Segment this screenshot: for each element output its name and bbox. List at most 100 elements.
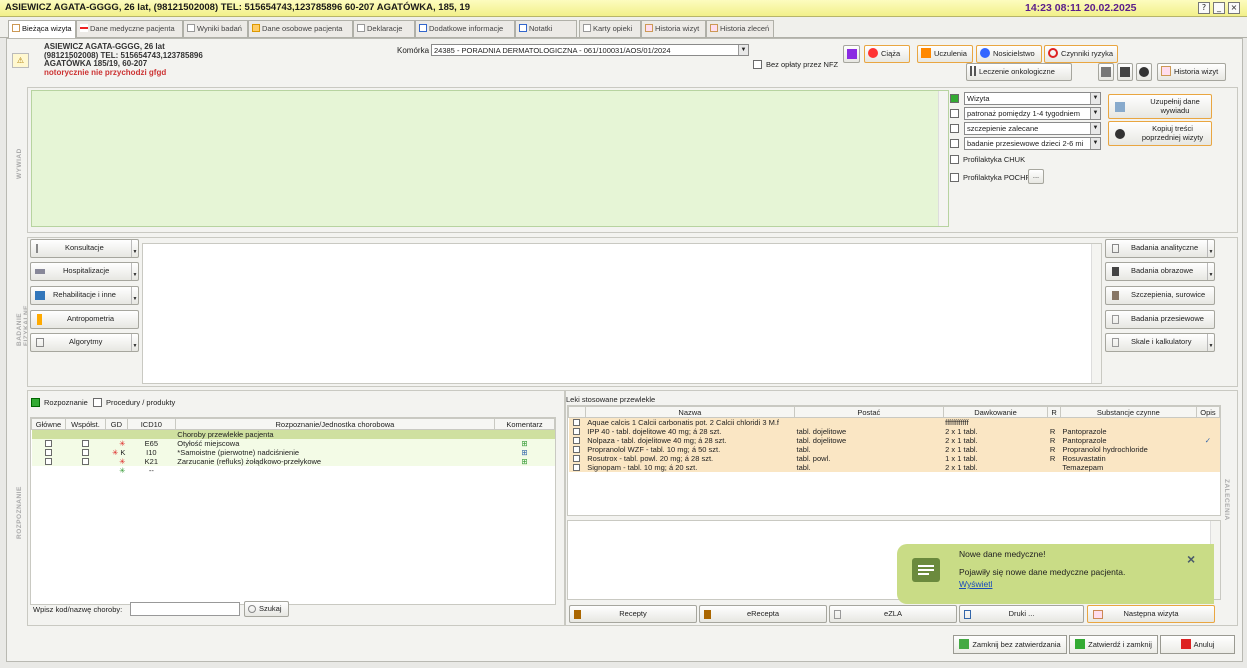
wspolst-checkbox[interactable] [81,458,89,465]
badanie-przesiewowe-select[interactable]: badanie przesiewowe dzieci 2-6 mi ▼ [964,137,1101,150]
comment-icon[interactable]: ⊞ [495,448,555,457]
szukaj-button[interactable]: Szukaj [244,601,289,617]
wizyta-checkbox[interactable] [950,94,959,103]
print-button[interactable] [1098,63,1114,81]
zatwierdz-i-zamknij-button[interactable]: Zatwierdź i zamknij [1069,635,1158,654]
tab-historia-wizyt[interactable]: Historia wizyt [641,20,706,37]
anuluj-button[interactable]: Anuluj [1160,635,1235,654]
nastepna-wizyta-button[interactable]: Następna wizyta [1087,605,1215,623]
chevron-down-icon: ▼ [1090,138,1100,149]
drug-checkbox[interactable] [573,464,581,471]
badania-obrazowe-button[interactable]: Badania obrazowe ▼ [1105,262,1215,281]
erecepta-button[interactable]: eRecepta [699,605,827,623]
konsultacje-button[interactable]: Konsultacje ▼ [30,239,139,258]
toast-link[interactable]: Wyświetl [959,579,992,589]
komorka-select[interactable]: 24385 - PORADNIA DERMATOLOGICZNA - 061/1… [431,44,749,56]
close-icon[interactable]: × [1187,551,1195,567]
tab-karty-opieki[interactable]: Karty opieki [579,20,641,37]
wywiad-scrollbar[interactable] [938,91,948,226]
patronaz-checkbox[interactable] [950,109,959,118]
comment-icon[interactable]: ⊞ [495,457,555,466]
szczepienia-button[interactable]: Szczepienia, surowice [1105,286,1215,305]
tab-historia-zlecen[interactable]: Historia zleceń [706,20,774,37]
drug-checkbox[interactable] [573,437,581,444]
table-row[interactable]: Propranolol WZF - tabl. 10 mg; á 50 szt.… [568,445,1220,454]
wspolst-checkbox[interactable] [81,449,89,456]
recepty-button[interactable]: Recepty [569,605,697,623]
tab-wyniki-badan[interactable]: Wyniki badań [183,20,248,37]
no-nfz-checkbox[interactable] [753,60,762,69]
drug-checkbox[interactable] [573,446,581,453]
drug-checkbox[interactable] [573,419,581,426]
syringe-icon [1112,291,1119,300]
procedury-tab[interactable]: Procedury / produkty [106,398,175,407]
table-row[interactable]: Rosutrox - tabl. powl. 20 mg; á 28 szt. t… [568,454,1220,463]
glowne-checkbox[interactable] [44,440,52,447]
table-row[interactable]: ✳ K I10 *Samoistne (pierwotne) nadciśnie… [31,448,555,457]
uczulenia-button[interactable]: Uczulenia [917,45,973,63]
comment-icon[interactable]: ⊞ [495,439,555,448]
tab-dane-medyczne[interactable]: Dane medyczne pacjenta [76,20,183,37]
table-row[interactable]: Signopam - tabl. 10 mg; á 20 szt. tabl. 2 … [568,463,1220,472]
badania-analityczne-button[interactable]: Badania analityczne ▼ [1105,239,1215,258]
table-row[interactable]: Aquae calcis 1 Calcii carbonatis pot. 2 … [568,417,1220,427]
rehabilitacje-button[interactable]: Rehabilitacje i inne ▼ [30,286,139,305]
tab-biezaca-wizyta[interactable]: Bieżąca wizyta [8,20,76,38]
nosicielstwo-button[interactable]: Nosicielstwo [976,45,1042,63]
badanie-textarea[interactable] [142,243,1102,384]
drug-checkbox[interactable] [573,455,581,462]
leczenie-onkologiczne-button[interactable]: Leczenie onkologiczne [966,63,1072,81]
chuk-checkbox[interactable] [950,155,959,164]
historia-wizyt-button[interactable]: Historia wizyt [1157,63,1226,81]
kopiuj-tresci-button[interactable]: Kopiuj treści poprzedniej wizyty [1108,121,1212,146]
czynniki-ryzyka-button[interactable]: Czynniki ryzyka [1044,45,1118,63]
tab-notatki[interactable]: Notatki [515,20,577,37]
pochp-more-button[interactable]: ... [1028,169,1044,184]
badania-przesiewowe-button[interactable]: Badania przesiewowe [1105,310,1215,329]
table-row[interactable]: IPP 40 - tabl. dojelitowe 40 mg; á 28 sz… [568,427,1220,436]
zamknij-bez-zatwierdzania-button[interactable]: Zamknij bez zatwierdzania [953,635,1067,654]
minimize-button[interactable]: _ [1213,2,1225,14]
badanie-scrollbar[interactable] [1091,244,1101,383]
tab-dane-osobowe[interactable]: Dane osobowe pacjenta [248,20,353,37]
glowne-checkbox[interactable] [44,458,52,465]
rozpoznanie-tab[interactable]: Rozpoznanie [44,398,88,407]
glowne-checkbox[interactable] [44,449,52,456]
notification-toast[interactable]: Nowe dane medyczne! Pojawiły się nowe da… [897,544,1214,604]
col-opis: Opis [1195,406,1221,418]
szczepienie-select[interactable]: szczepienie zalecane ▼ [964,122,1101,135]
ciaza-button[interactable]: Ciąża [864,45,910,63]
table-row[interactable]: Nolpaza - tabl. dojelitowe 40 mg; á 28 s… [568,436,1220,445]
search-disease-input[interactable] [130,602,240,616]
help-button[interactable]: ? [1198,2,1210,14]
badanie-przesiewowe-checkbox[interactable] [950,139,959,148]
table-row[interactable]: ✳ E65 Otyłość miejscowa ⊞ [31,439,555,448]
wspolst-checkbox[interactable] [81,440,89,447]
algorytmy-button[interactable]: Algorytmy ▼ [30,333,139,352]
skale-kalkulatory-button[interactable]: Skale i kalkulatory ▼ [1105,333,1215,352]
export-button[interactable] [1117,63,1133,81]
drug-checkbox[interactable] [573,428,581,435]
face-button[interactable] [1136,63,1152,81]
tab-dodatkowe-informacje[interactable]: Dodatkowe informacje [415,20,515,37]
warning-icon[interactable]: ⚠ [12,53,29,68]
col-glowne: Główne [31,418,66,430]
wywiad-textarea[interactable] [31,90,949,227]
szczepienie-checkbox[interactable] [950,124,959,133]
procedury-tab-checkbox[interactable] [93,398,102,407]
wizyta-select[interactable]: Wizyta ▼ [964,92,1101,105]
antropometria-button[interactable]: Antropometria [30,310,139,329]
color-flag-button[interactable] [843,45,860,63]
pochp-checkbox[interactable] [950,173,959,182]
chevron-down-icon: ▼ [1090,123,1100,134]
table-row[interactable]: ✳ -- [32,466,555,475]
hospitalizacje-button[interactable]: Hospitalizacje ▼ [30,262,139,281]
ezla-button[interactable]: eZLA [829,605,957,623]
tab-deklaracje[interactable]: Deklaracje [353,20,415,37]
uzupelnij-dane-button[interactable]: Uzupełnij dane wywiadu [1108,94,1212,119]
table-row[interactable]: ✳ K21 Zarzucanie (refluks) żołądkowo-prz… [31,457,555,466]
rozpoznanie-tab-checkbox[interactable] [31,398,40,407]
druki-button[interactable]: Druki ... [959,605,1084,623]
close-window-button[interactable]: × [1228,2,1240,14]
patronaz-select[interactable]: patronaż pomiędzy 1-4 tygodniem ▼ [964,107,1101,120]
